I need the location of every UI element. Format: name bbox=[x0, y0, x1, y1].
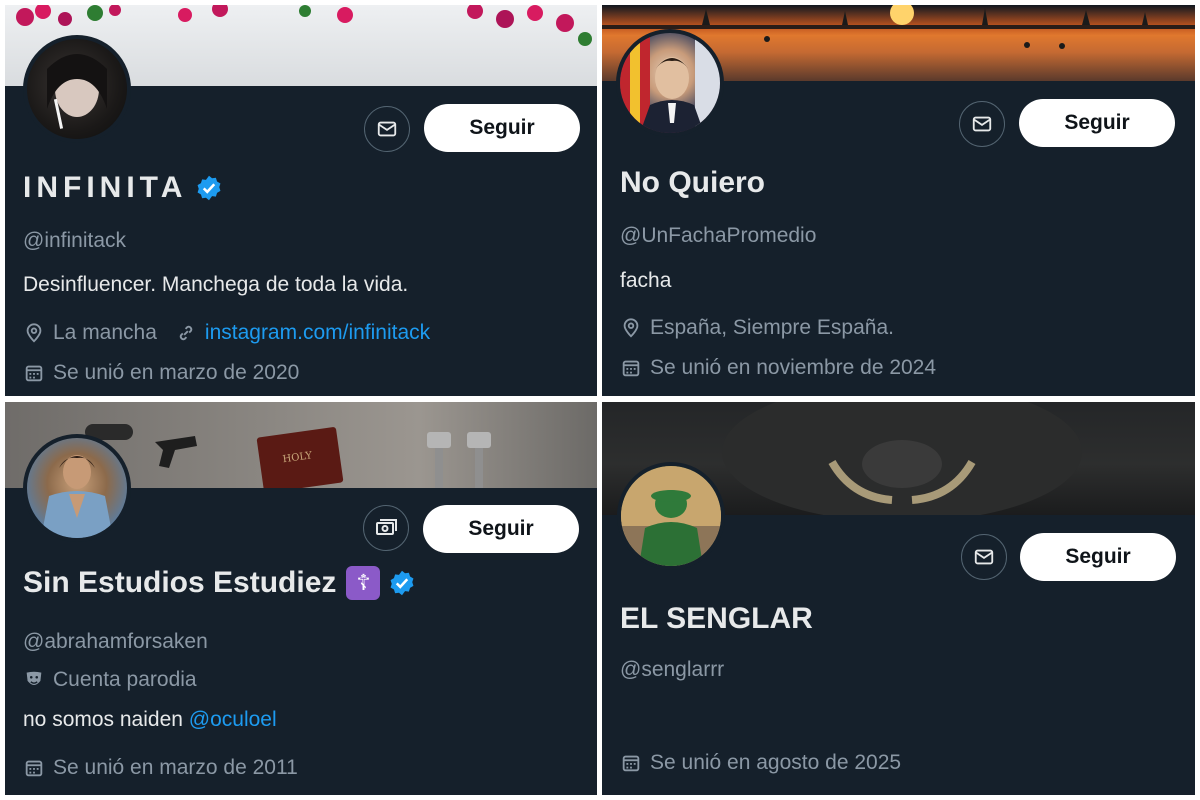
tip-button[interactable] bbox=[363, 505, 409, 551]
profile-card-infinita: Seguir INFINITA @infinitack Desinfluence… bbox=[5, 5, 597, 396]
join-date-row: Se unió en agosto de 2025 bbox=[620, 751, 901, 775]
avatar-photo bbox=[620, 33, 720, 133]
avatar[interactable] bbox=[23, 434, 131, 542]
message-button[interactable] bbox=[961, 534, 1007, 580]
follow-button[interactable]: Seguir bbox=[1020, 533, 1176, 581]
profile-meta-row: La mancha instagram.com/infinitack bbox=[23, 321, 430, 345]
location-pin-icon bbox=[620, 317, 642, 339]
money-icon bbox=[376, 519, 397, 535]
username: @UnFachaPromedio bbox=[620, 224, 817, 247]
calendar-icon bbox=[620, 357, 642, 379]
bio: Desinfluencer. Manchega de toda la vida. bbox=[23, 273, 409, 296]
calendar-icon bbox=[23, 757, 45, 779]
follow-button[interactable]: Seguir bbox=[423, 505, 579, 553]
username: @senglarrr bbox=[620, 658, 725, 681]
bio: no somos naiden @oculoel bbox=[23, 708, 277, 732]
display-name: Sin Estudios Estudiez bbox=[23, 566, 337, 599]
display-name: INFINITA bbox=[23, 171, 188, 204]
message-button[interactable] bbox=[959, 101, 1005, 147]
website-link[interactable]: instagram.com/infinitack bbox=[205, 321, 430, 345]
theater-masks-icon bbox=[23, 669, 45, 691]
verified-badge-icon[interactable] bbox=[195, 174, 223, 202]
avatar-photo bbox=[47, 54, 107, 129]
calendar-icon bbox=[23, 362, 45, 384]
join-date: Se unió en marzo de 2020 bbox=[53, 361, 300, 384]
link-icon bbox=[175, 322, 197, 344]
bio-mention-link[interactable]: @oculoel bbox=[189, 708, 277, 731]
avatar[interactable] bbox=[617, 462, 725, 570]
display-name-row: No Quiero bbox=[620, 166, 765, 200]
parody-label-row: Cuenta parodia bbox=[23, 668, 197, 692]
calendar-icon bbox=[620, 752, 642, 774]
username: @infinitack bbox=[23, 229, 127, 252]
display-name-row: EL SENGLAR bbox=[620, 602, 813, 636]
join-date-row: Se unió en marzo de 2011 bbox=[23, 756, 298, 780]
profile-card-sin-estudios: HOLY Seguir Sin Estudios Estudiez ☦ @abr… bbox=[5, 402, 597, 795]
message-button[interactable] bbox=[364, 106, 410, 152]
avatar-photo bbox=[621, 466, 721, 566]
verified-badge-icon[interactable] bbox=[388, 569, 416, 597]
follow-button[interactable]: Seguir bbox=[424, 104, 580, 152]
follow-button[interactable]: Seguir bbox=[1019, 99, 1175, 147]
parody-label: Cuenta parodia bbox=[53, 668, 197, 691]
location-text: La mancha bbox=[53, 321, 157, 344]
display-name: EL SENGLAR bbox=[620, 602, 813, 635]
display-name-row: Sin Estudios Estudiez ☦ bbox=[23, 566, 416, 600]
bio: facha bbox=[620, 269, 672, 292]
envelope-icon bbox=[974, 549, 994, 565]
display-name-row: INFINITA bbox=[23, 171, 223, 205]
join-date: Se unió en noviembre de 2024 bbox=[650, 356, 937, 379]
avatar[interactable] bbox=[23, 35, 131, 143]
display-name: No Quiero bbox=[620, 166, 766, 199]
location-text: España, Siempre España. bbox=[650, 316, 894, 339]
join-date-row: Se unió en marzo de 2020 bbox=[23, 361, 299, 385]
location-pin-icon bbox=[23, 322, 45, 344]
join-date: Se unió en marzo de 2011 bbox=[53, 756, 298, 779]
join-date-row: Se unió en noviembre de 2024 bbox=[620, 356, 936, 380]
profile-card-el-senglar: Seguir EL SENGLAR @senglarrr Se unió en … bbox=[602, 402, 1195, 795]
profile-meta-row: España, Siempre España. bbox=[620, 316, 894, 340]
avatar-photo bbox=[41, 455, 113, 538]
envelope-icon bbox=[972, 116, 992, 132]
orthodox-cross-emoji: ☦ bbox=[346, 566, 381, 600]
username: @abrahamforsaken bbox=[23, 630, 208, 653]
profile-card-no-quiero: Seguir No Quiero @UnFachaPromedio facha … bbox=[602, 5, 1195, 396]
join-date: Se unió en agosto de 2025 bbox=[650, 751, 902, 774]
envelope-icon bbox=[377, 121, 397, 137]
bio-text: no somos naiden bbox=[23, 708, 189, 731]
avatar[interactable] bbox=[616, 29, 724, 137]
